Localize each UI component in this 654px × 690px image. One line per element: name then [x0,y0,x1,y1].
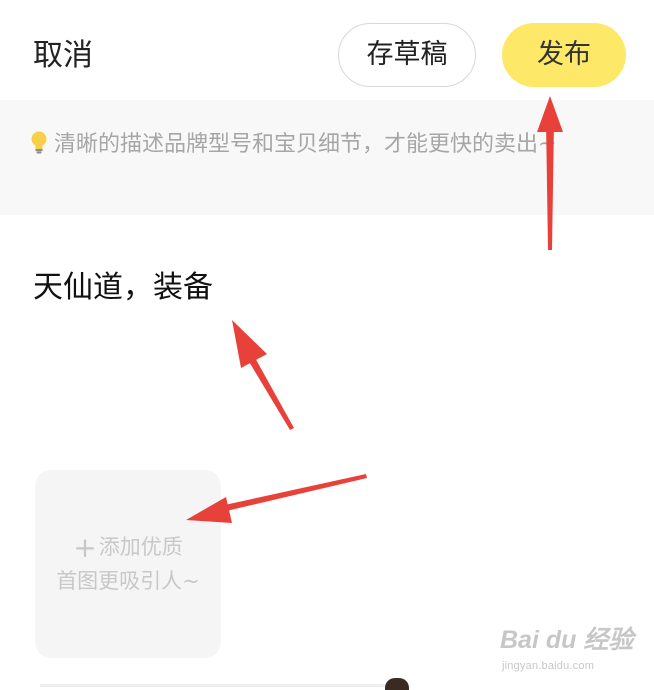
bottom-divider [40,684,400,687]
publish-item-page: 取消 存草稿 发布 清晰的描述品牌型号和宝贝细节，才能更快的卖出~ 天仙道，装备… [0,0,654,690]
arrow-to-description [232,320,294,430]
add-image-label-line1: +添加优质 [35,532,221,562]
baidu-jingyan-watermark: Bai du 经验 jingyan.baidu.com [500,625,640,680]
plus-icon: + [73,531,97,564]
save-draft-button[interactable]: 存草稿 [338,23,476,87]
top-bar: 取消 存草稿 发布 [0,0,654,100]
watermark-site: jingyan.baidu.com [502,660,595,672]
description-input[interactable]: 天仙道，装备 [33,268,213,308]
watermark-logo: Bai du 经验 [500,626,634,654]
lightbulb-icon [31,131,47,154]
publish-button[interactable]: 发布 [502,23,626,87]
add-image-label-line2: 首图更吸引人~ [56,569,200,593]
tip-text: 清晰的描述品牌型号和宝贝细节，才能更快的卖出~ [54,132,557,157]
tip-message: 清晰的描述品牌型号和宝贝细节，才能更快的卖出~ [28,128,588,162]
add-image-button[interactable]: +添加优质 首图更吸引人~ [35,470,221,658]
add-image-text: 添加优质 [98,535,183,559]
bottom-thumbnail [385,678,409,690]
cancel-button[interactable]: 取消 [33,36,93,76]
